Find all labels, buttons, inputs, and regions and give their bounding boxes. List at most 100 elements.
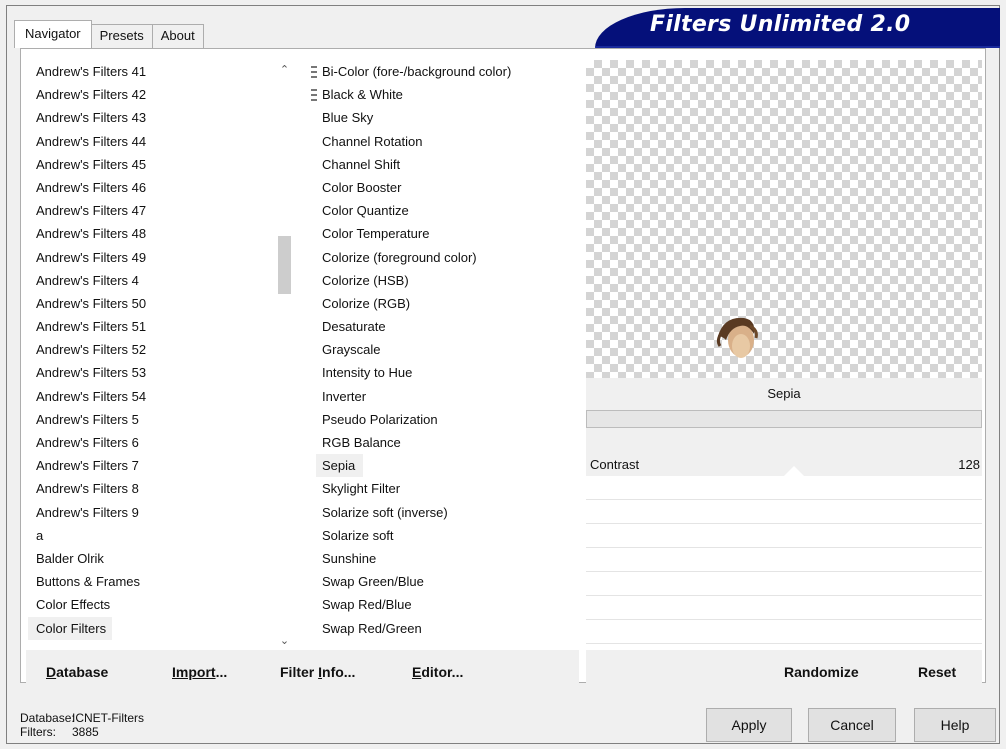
category-item[interactable]: Andrew's Filters 42	[28, 83, 268, 106]
category-item[interactable]: Andrew's Filters 4	[28, 269, 268, 292]
category-item[interactable]: Andrew's Filters 48	[28, 222, 268, 245]
filter-label: Pseudo Polarization	[308, 408, 568, 431]
editor-button[interactable]: Editor...	[412, 664, 463, 680]
filter-item[interactable]: Swap Red/Blue	[308, 593, 568, 616]
filter-item[interactable]: Inverter	[308, 385, 568, 408]
filter-item[interactable]: Colorize (foreground color)	[308, 246, 568, 269]
filter-item[interactable]: Blue Sky	[308, 106, 568, 129]
category-item[interactable]: Andrew's Filters 9	[28, 501, 268, 524]
filter-text: Solarize soft (inverse)	[322, 504, 448, 520]
category-item[interactable]: Andrew's Filters 6	[28, 431, 268, 454]
category-item[interactable]: Andrew's Filters 45	[28, 153, 268, 176]
category-item[interactable]: Andrew's Filters 44	[28, 130, 268, 153]
contrast-slider[interactable]: Contrast 128	[586, 454, 982, 476]
filter-item[interactable]: Desaturate	[308, 315, 568, 338]
category-item[interactable]: Andrew's Filters 52	[28, 338, 268, 361]
cancel-button[interactable]: Cancel	[808, 708, 896, 742]
slider-marker-icon[interactable]	[784, 466, 804, 476]
filter-item[interactable]: Color Quantize	[308, 199, 568, 222]
category-item[interactable]: Color Filters	[28, 616, 268, 640]
filter-item[interactable]: Swap Green/Blue	[308, 570, 568, 593]
randomize-button[interactable]: Randomize	[784, 664, 859, 680]
category-item[interactable]: Andrew's Filters 8	[28, 477, 268, 500]
grip-icon	[311, 66, 317, 78]
filter-item[interactable]: Colorize (HSB)	[308, 269, 568, 292]
filter-item[interactable]: Sunshine	[308, 547, 568, 570]
filter-item[interactable]: Bi-Color (fore-/background color)	[308, 60, 568, 83]
help-button[interactable]: Help	[914, 708, 996, 742]
category-item[interactable]: Andrew's Filters 47	[28, 199, 268, 222]
filter-item[interactable]: Color Booster	[308, 176, 568, 199]
category-item[interactable]: Andrew's Filters 43	[28, 106, 268, 129]
category-item[interactable]: Andrew's Filters 46	[28, 176, 268, 199]
category-list[interactable]: Andrew's Filters 41 Andrew's Filters 42 An…	[28, 60, 268, 640]
category-item[interactable]: Andrew's Filters 49	[28, 246, 268, 269]
category-label: Andrew's Filters 44	[36, 133, 147, 149]
import-button[interactable]: Import...	[172, 664, 227, 680]
filter-item[interactable]: Black & White	[308, 83, 568, 106]
filter-text: Color Quantize	[322, 203, 409, 219]
category-label: Andrew's Filters 45	[36, 156, 147, 172]
scroll-down-icon[interactable]: ⌄	[276, 633, 293, 650]
category-item[interactable]: Andrew's Filters 50	[28, 292, 268, 315]
category-label: Andrew's Filters 43	[36, 110, 147, 126]
category-item[interactable]: Balder Olrik	[28, 547, 268, 570]
filter-item[interactable]: Swap Red/Green	[308, 617, 568, 640]
filter-label: Blue Sky	[308, 106, 568, 129]
filter-label: Swap Red/Green	[308, 617, 568, 640]
filter-item[interactable]: Channel Rotation	[308, 130, 568, 153]
apply-button[interactable]: Apply	[706, 708, 792, 742]
category-scrollbar[interactable]: ⌃ ⌄	[276, 60, 293, 647]
category-label: Andrew's Filters 7	[36, 458, 139, 474]
category-item[interactable]: Andrew's Filters 5	[28, 408, 268, 431]
scroll-thumb[interactable]	[278, 236, 291, 294]
tab-about[interactable]: About	[151, 24, 204, 48]
empty-slider-slot	[586, 574, 982, 596]
filter-text: Skylight Filter	[322, 481, 401, 497]
filter-item[interactable]: Pseudo Polarization	[308, 408, 568, 431]
category-label: Andrew's Filters 49	[36, 249, 147, 265]
scroll-up-icon[interactable]: ⌃	[276, 62, 293, 79]
filter-list[interactable]: Bi-Color (fore-/background color) Black &…	[308, 60, 568, 640]
category-label: a	[36, 527, 44, 543]
filter-item[interactable]: Grayscale	[308, 338, 568, 361]
category-item[interactable]: Andrew's Filters 7	[28, 454, 268, 477]
filter-label: Colorize (foreground color)	[308, 246, 568, 269]
reset-button[interactable]: Reset	[918, 664, 956, 680]
category-item[interactable]: Andrew's Filters 51	[28, 315, 268, 338]
filter-text: Channel Rotation	[322, 133, 423, 149]
filter-label: Inverter	[308, 385, 568, 408]
category-item[interactable]: Andrew's Filters 53	[28, 361, 268, 384]
banner-title: Filters Unlimited 2.0	[650, 12, 911, 37]
grip-icon	[311, 89, 317, 102]
filter-item[interactable]: Sepia	[308, 454, 568, 478]
filter-text: RGB Balance	[322, 435, 401, 450]
filter-item[interactable]: Solarize soft (inverse)	[308, 501, 568, 524]
database-label: Database:	[20, 711, 75, 725]
empty-slider-slot	[586, 526, 982, 548]
filter-label: RGB Balance	[308, 431, 568, 454]
filter-item[interactable]: Intensity to Hue	[308, 361, 568, 384]
database-button[interactable]: Database	[46, 664, 108, 680]
filter-item[interactable]: Colorize (RGB)	[308, 292, 568, 315]
tab-bar: Navigator Presets About	[14, 20, 204, 48]
filter-text: Swap Red/Blue	[322, 597, 412, 613]
category-item[interactable]: Andrew's Filters 41	[28, 60, 268, 83]
status-area: Database:ICNET-Filters Filters: 3885	[20, 711, 144, 739]
filter-label: Desaturate	[308, 315, 568, 338]
filter-item[interactable]: Channel Shift	[308, 153, 568, 176]
filter-text: Intensity to Hue	[322, 365, 413, 381]
filter-item[interactable]: RGB Balance	[308, 431, 568, 454]
filter-info-button[interactable]: Filter Info...	[280, 664, 355, 680]
category-item[interactable]: Andrew's Filters 54	[28, 385, 268, 408]
category-item[interactable]: Color Effects	[28, 593, 268, 616]
category-item[interactable]: a	[28, 524, 268, 547]
empty-slider-slot	[586, 478, 982, 500]
filter-item[interactable]: Skylight Filter	[308, 477, 568, 500]
filter-item[interactable]: Solarize soft	[308, 524, 568, 547]
filter-item[interactable]: Color Temperature	[308, 222, 568, 245]
tab-presets[interactable]: Presets	[90, 24, 153, 48]
tab-navigator[interactable]: Navigator	[14, 20, 92, 48]
category-item[interactable]: Buttons & Frames	[28, 570, 268, 593]
filter-text: Channel Shift	[322, 156, 401, 172]
